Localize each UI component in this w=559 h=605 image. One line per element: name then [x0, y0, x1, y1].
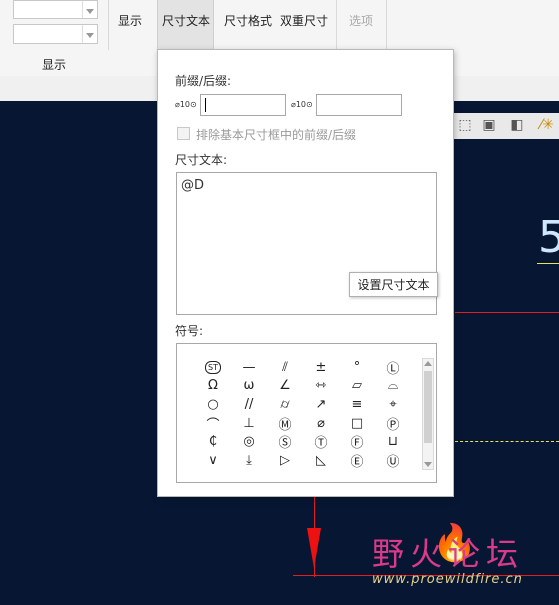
dimension-digit: 5 — [538, 212, 559, 263]
cube-icon[interactable]: ⬚ — [456, 116, 474, 134]
scroll-up-icon[interactable] — [424, 361, 432, 366]
options-button[interactable]: 选项 — [349, 12, 373, 29]
symbols-label: 符号: — [175, 324, 204, 338]
exclude-prefix-label: 排除基本尺寸框中的前缀/后缀 — [196, 128, 357, 142]
symbol-symmetry-icon[interactable]: ≡ — [339, 395, 375, 414]
watermark-url: www.proewildfire.cn — [372, 572, 523, 587]
display-button[interactable]: 显示 — [118, 12, 142, 29]
yellow-centerline — [455, 441, 559, 442]
symbol-cylindricity-icon[interactable]: ⌭ — [267, 395, 303, 414]
symbol-flatness-icon[interactable]: — — [231, 358, 267, 377]
symbol-profile-surface-icon[interactable]: ⌓ — [375, 377, 411, 396]
prefix-icon: ⌀10⊙ — [175, 100, 197, 109]
symbol-parallelogram-icon[interactable]: ▱ — [339, 377, 375, 396]
symbol-projected-zone-icon[interactable]: Ⓟ — [375, 414, 411, 433]
symbol-parallelism-icon[interactable]: // — [231, 395, 267, 414]
ribbon-separator — [108, 0, 109, 50]
symbol-conical-taper-icon[interactable]: ▷ — [267, 451, 303, 470]
symbol-position-icon[interactable]: ⌖ — [375, 395, 411, 414]
symbol-degree-icon[interactable]: ° — [339, 358, 375, 377]
dual-dim-button[interactable]: 双重尺寸 — [280, 12, 328, 29]
symbol-statistical-tolerance-icon[interactable]: ST — [205, 360, 221, 374]
dim-text-value: @D — [181, 178, 205, 193]
text-caret — [205, 98, 206, 112]
symbol-slope-icon[interactable]: ◺ — [303, 451, 339, 470]
symbol-unequal-profile-icon[interactable]: Ⓤ — [375, 451, 411, 470]
red-line-top — [455, 312, 559, 313]
symbol-grid: ST — ⫽ ± ° Ⓛ Ωω ∠ ⇿ ▱ ⌓ ○//⌭ ↗ ≡ ⌖ ⌒ ⊥ Ⓜ ⌀ □ Ⓟ ₵ ◎ Ⓢ Ⓣ Ⓕ ⊔ ∨ ⤓ ▷ ◺ Ⓔ Ⓤ — [195, 358, 411, 470]
ribbon-separator — [386, 0, 387, 50]
dimension-arrowhead — [307, 528, 321, 568]
symbol-tangent-plane-icon[interactable]: Ⓣ — [303, 432, 339, 451]
prefix-suffix-label: 前缀/后缀: — [175, 74, 232, 88]
scroll-down-icon[interactable] — [424, 462, 432, 467]
ribbon-separator — [336, 0, 337, 50]
symbol-regardless-feature-size-icon[interactable]: Ⓢ — [267, 432, 303, 451]
symbol-symmetric-arrows-icon[interactable]: ⇿ — [303, 377, 339, 396]
symbol-counterbore-icon[interactable]: ⊔ — [375, 432, 411, 451]
ribbon-combo-2[interactable] — [13, 24, 98, 44]
symbol-circularity-icon[interactable]: ○ — [195, 395, 231, 414]
symbol-small-omega-icon[interactable]: ω — [231, 377, 267, 396]
suffix-icon: ⌀10⊙ — [291, 100, 313, 109]
symbol-plus-minus-icon[interactable]: ± — [303, 358, 339, 377]
symbol-omega-icon[interactable]: Ω — [195, 377, 231, 396]
prefix-input[interactable] — [200, 94, 286, 116]
symbol-envelope-icon[interactable]: Ⓔ — [339, 451, 375, 470]
dimension-underline — [537, 263, 559, 264]
watermark: 野火论坛 www.proewildfire.cn — [372, 536, 524, 587]
exclude-prefix-checkbox[interactable] — [177, 127, 190, 140]
symbol-max-material-icon[interactable]: Ⓜ — [267, 414, 303, 433]
symbol-square-icon[interactable]: □ — [339, 414, 375, 433]
dim-format-button[interactable]: 尺寸格式 — [224, 12, 272, 29]
symbol-profile-line-icon[interactable]: ⌒ — [195, 414, 231, 433]
symbol-perpendicularity-icon[interactable]: ⊥ — [231, 414, 267, 433]
ribbon-combo-1[interactable] — [13, 0, 98, 19]
symbol-least-material-icon[interactable]: Ⓛ — [375, 358, 411, 377]
dim-text-label: 尺寸文本: — [175, 153, 228, 167]
symbol-concentricity-icon[interactable]: ◎ — [231, 432, 267, 451]
tooltip: 设置尺寸文本 — [349, 272, 438, 297]
symbol-total-runout-icon[interactable]: ⫽ — [267, 358, 303, 377]
symbol-circular-runout-icon[interactable]: ↗ — [303, 395, 339, 414]
symbol-diameter-icon[interactable]: ⌀ — [303, 414, 339, 433]
symbol-free-state-icon[interactable]: Ⓕ — [339, 432, 375, 451]
shaded-cube-icon[interactable]: ▣ — [480, 116, 498, 134]
symbol-countersink-icon[interactable]: ∨ — [195, 451, 231, 470]
cube-plus-icon[interactable]: ◧ — [508, 116, 526, 134]
symbol-angularity-icon[interactable]: ∠ — [267, 377, 303, 396]
symbol-depth-icon[interactable]: ⤓ — [231, 451, 267, 470]
symbol-scrollbar[interactable] — [422, 358, 434, 470]
group-label-display: 显示 — [42, 58, 67, 72]
chevron-down-icon — [82, 25, 97, 43]
watermark-cn: 野火论坛 — [372, 535, 525, 573]
symbol-centerline-icon[interactable]: ₵ — [195, 432, 231, 451]
chevron-down-icon — [82, 1, 97, 18]
datum-display-icon[interactable]: ⁄✳ — [538, 116, 556, 134]
dim-text-tab-label: 尺寸文本 — [162, 14, 211, 28]
scroll-thumb[interactable] — [424, 371, 432, 443]
dim-text-panel: 前缀/后缀: ⌀10⊙ ⌀10⊙ 排除基本尺寸框中的前缀/后缀 尺寸文本: @D… — [157, 49, 454, 497]
suffix-input[interactable] — [316, 94, 402, 116]
symbol-palette: ST — ⫽ ± ° Ⓛ Ωω ∠ ⇿ ▱ ⌓ ○//⌭ ↗ ≡ ⌖ ⌒ ⊥ Ⓜ ⌀ □ Ⓟ ₵ ◎ Ⓢ Ⓣ Ⓕ ⊔ ∨ ⤓ ▷ ◺ Ⓔ Ⓤ — [176, 343, 437, 483]
